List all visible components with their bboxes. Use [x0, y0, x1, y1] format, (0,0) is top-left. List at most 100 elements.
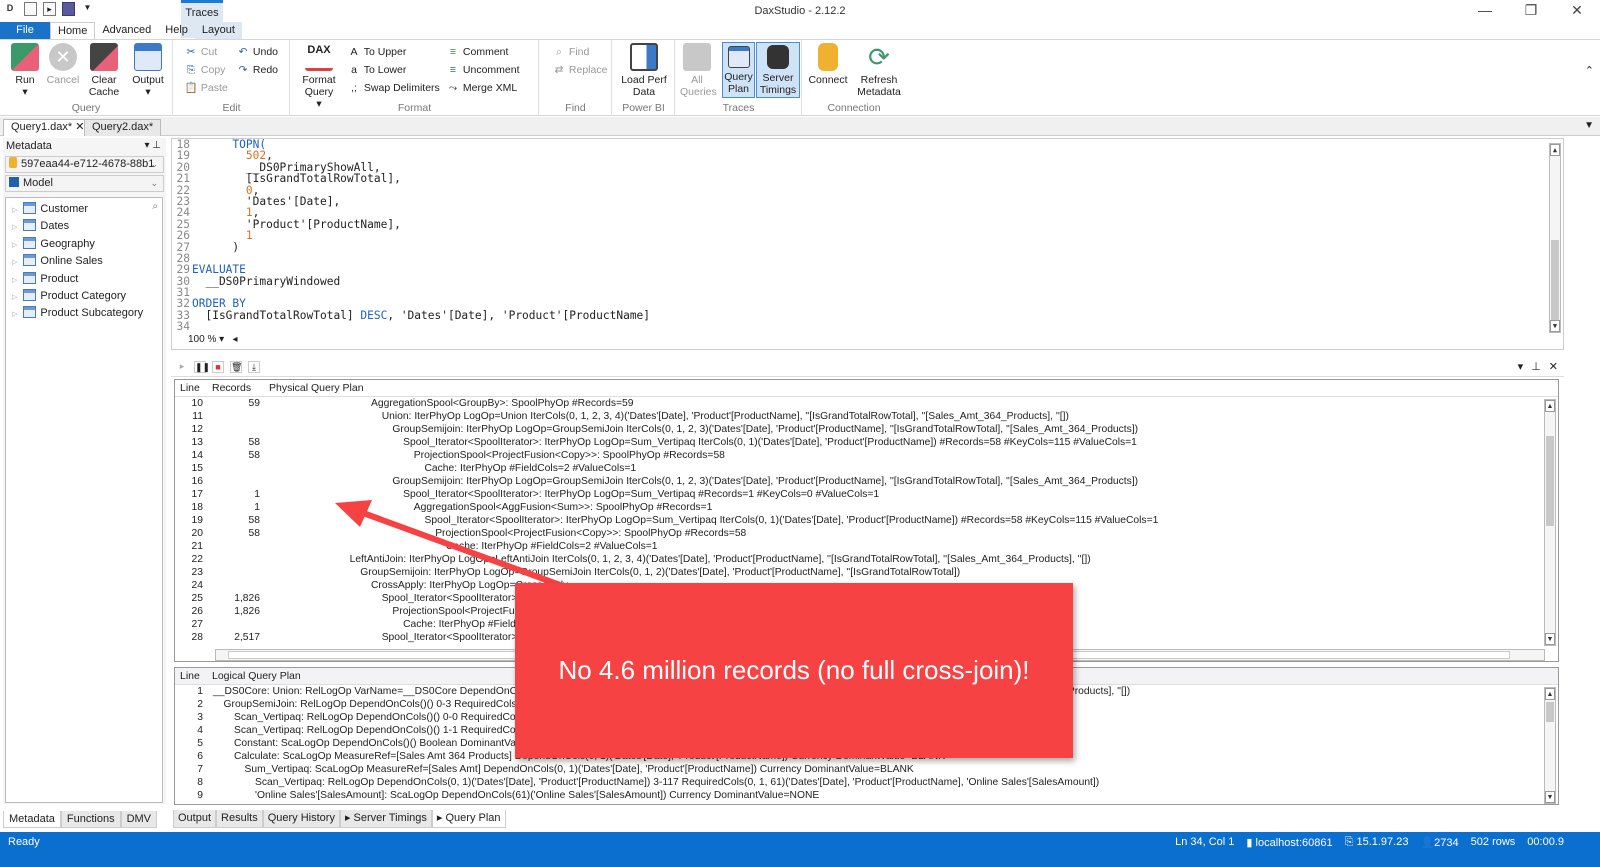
load-perf-data-button[interactable]: Load Perf Data [621, 43, 667, 98]
code-line[interactable]: 26 1 [172, 230, 1563, 242]
restore-button[interactable]: ❐ [1508, 0, 1554, 22]
pane-options-icon[interactable]: ▾ ⊥ [144, 138, 161, 154]
scroll-up-icon[interactable]: ▲ [1545, 688, 1555, 700]
tab-dmv[interactable]: DMV [120, 811, 158, 828]
col-line[interactable]: Line [180, 668, 200, 685]
doc-tab-query2[interactable]: Query2.dax* [84, 119, 162, 136]
plan-row[interactable]: 11 Union: IterPhyOp LogOp=Union IterCols(… [175, 410, 1558, 423]
undo-button[interactable]: ↶ Undo [236, 44, 278, 60]
tab-results[interactable]: Results [216, 810, 263, 828]
plan-row[interactable]: 21 Cache: IterPhyOp #FieldCols=2 #ValueCo… [175, 540, 1558, 553]
copy-button[interactable]: ⎘ Copy [184, 62, 226, 78]
tab-layout[interactable]: Layout [194, 22, 242, 39]
clear-icon[interactable]: 🗑 [230, 360, 242, 373]
tree-item-product[interactable]: ▷ Product [6, 271, 162, 288]
cut-button[interactable]: ✂ Cut [184, 44, 218, 60]
run-button[interactable]: Run ▾ [8, 43, 42, 98]
query-plan-button[interactable]: Query Plan [722, 42, 755, 98]
tab-advanced[interactable]: Advanced [95, 22, 158, 39]
expand-icon[interactable]: ▷ [12, 294, 17, 301]
stop-icon[interactable]: ■ [212, 360, 224, 373]
scroll-down-icon[interactable]: ▼ [1545, 791, 1555, 803]
uncomment-button[interactable]: ≡ Uncomment [446, 62, 520, 78]
code-line[interactable]: 29 EVALUATE [172, 264, 1563, 276]
logical-row[interactable]: 7 Sum_Vertipaq: ScaLogOp MeasureRef=[Sale… [175, 763, 1558, 776]
plan-row[interactable]: 17 1 Spool_Iterator<SpoolIterator>: IterPh… [175, 488, 1558, 501]
code-line[interactable]: 31 [172, 287, 1563, 299]
plan-row[interactable]: 22 LeftAntiJoin: IterPhyOp LogOp=LeftAnti… [175, 553, 1558, 566]
scroll-thumb[interactable] [1546, 702, 1554, 722]
plan-row[interactable]: 19 58 Spool_Iterator<SpoolIterator>: IterP… [175, 514, 1558, 527]
expand-icon[interactable]: ▷ [12, 277, 17, 284]
expand-icon[interactable]: ▷ [12, 224, 17, 231]
comment-button[interactable]: ≡ Comment [446, 44, 509, 60]
tab-metadata[interactable]: Metadata [3, 811, 61, 828]
export-icon[interactable]: ⤓ [248, 360, 260, 373]
merge-xml-button[interactable]: ⤳ Merge XML [446, 80, 517, 96]
tree-item-online-sales[interactable]: ▷ Online Sales [6, 253, 162, 270]
tab-functions[interactable]: Functions [60, 811, 121, 828]
code-line[interactable]: 22 0, [172, 184, 1563, 196]
tab-query-plan[interactable]: ▸ Query Plan [431, 810, 506, 828]
all-queries-button[interactable]: All Queries [680, 43, 717, 98]
tree-item-customer[interactable]: ▷ Customer [6, 201, 162, 218]
scroll-thumb[interactable] [1551, 240, 1559, 322]
tree-item-product-subcategory[interactable]: ▷ Product Subcategory [6, 305, 162, 322]
to-lower-button[interactable]: a To Lower [347, 62, 406, 78]
code-line[interactable]: 27 ) [172, 241, 1563, 253]
scroll-down-icon[interactable]: ▼ [1545, 633, 1555, 645]
plan-row[interactable]: 13 58 Spool_Iterator<SpoolIterator>: IterP… [175, 436, 1558, 449]
tree-item-geography[interactable]: ▷ Geography [6, 236, 162, 253]
tab-server-timings[interactable]: ▸ Server Timings [339, 810, 432, 828]
paste-button[interactable]: 📋 Paste [184, 80, 227, 96]
connect-button[interactable]: Connect [807, 43, 849, 86]
swap-delimiters-button[interactable]: ,; Swap Delimiters [347, 80, 440, 96]
scroll-up-icon[interactable]: ▲ [1545, 400, 1555, 412]
code-line[interactable]: 34 [172, 321, 1563, 333]
search-icon[interactable]: ⌕ [152, 201, 158, 212]
tree-item-dates[interactable]: ▷ Dates [6, 218, 162, 235]
plan-row[interactable]: 23 GroupSemijoin: IterPhyOp LogOp=GroupSe… [175, 566, 1558, 579]
editor-scrollbar[interactable]: ▲ ▼ [1549, 143, 1561, 333]
collapse-ribbon-icon[interactable]: ⌃ [1585, 64, 1594, 77]
tab-output[interactable]: Output [173, 810, 217, 828]
plan-row[interactable]: 10 59 AggregationSpool<GroupBy>: SpoolPhyO… [175, 397, 1558, 410]
plan-row[interactable]: 15 Cache: IterPhyOp #FieldCols=2 #ValueCo… [175, 462, 1558, 475]
find-button[interactable]: ⌕ Find [552, 44, 589, 60]
server-timings-button[interactable]: Server Timings [756, 42, 800, 98]
tab-home[interactable]: Home [50, 22, 96, 39]
logical-scrollbar[interactable]: ▲ ▼ [1544, 687, 1556, 804]
scroll-down-icon[interactable]: ▼ [1550, 320, 1560, 332]
logical-row[interactable]: 9 'Online Sales'[SalesAmount]: ScaLogOp D… [175, 789, 1558, 802]
cancel-button[interactable]: ✕ Cancel [45, 43, 81, 86]
scroll-left-icon[interactable]: ◂ [233, 334, 238, 345]
code-line[interactable]: 30 __DS0PrimaryWindowed [172, 275, 1563, 287]
code-line[interactable]: 25 'Product'[ProductName], [172, 218, 1563, 230]
tab-file[interactable]: File [0, 22, 50, 39]
plan-scrollbar[interactable]: ▲ ▼ [1544, 399, 1556, 646]
query-editor[interactable]: 18 TOPN(19 502, 20 __DS0PrimaryShowAll, 21… [171, 138, 1564, 350]
output-button[interactable]: Output ▾ [128, 43, 168, 98]
zoom-dropdown-icon[interactable]: ▾ [219, 334, 224, 345]
col-records[interactable]: Records [212, 380, 251, 397]
expand-icon[interactable]: ▷ [12, 207, 17, 214]
close-button[interactable]: ✕ [1554, 0, 1600, 22]
code-line[interactable]: 19 502, [172, 150, 1563, 162]
plan-row[interactable]: 20 58 ProjectionSpool<ProjectFusion<Copy>>… [175, 527, 1558, 540]
logical-row[interactable]: 8 Scan_Vertipaq: RelLogOp DependOnCols(0,… [175, 776, 1558, 789]
plan-row[interactable]: 12 GroupSemijoin: IterPhyOp LogOp=GroupSe… [175, 423, 1558, 436]
tab-help[interactable]: Help [158, 22, 195, 39]
clear-cache-button[interactable]: Clear Cache [86, 43, 122, 98]
code-line[interactable]: 28 [172, 252, 1563, 264]
refresh-metadata-button[interactable]: ⟳ Refresh Metadata [855, 43, 903, 98]
doc-tab-query1[interactable]: Query1.dax* ✕ [3, 119, 93, 136]
replace-button[interactable]: ⇄ Replace [552, 62, 608, 78]
scroll-up-icon[interactable]: ▲ [1550, 144, 1560, 156]
database-selector[interactable]: 597eaa44-e712-4678-88b1 ⌄ [5, 156, 164, 173]
play-icon[interactable]: ▸ [176, 361, 188, 373]
editor-zoom[interactable]: 100 % ▾ ◂ [188, 334, 238, 345]
pin-icon[interactable]: ⊥ [1531, 360, 1541, 373]
expand-icon[interactable]: ▷ [12, 311, 17, 318]
plan-row[interactable]: 18 1 AggregationSpool<AggFusion<Sum>>: Spo… [175, 501, 1558, 514]
to-upper-button[interactable]: A To Upper [347, 44, 406, 60]
